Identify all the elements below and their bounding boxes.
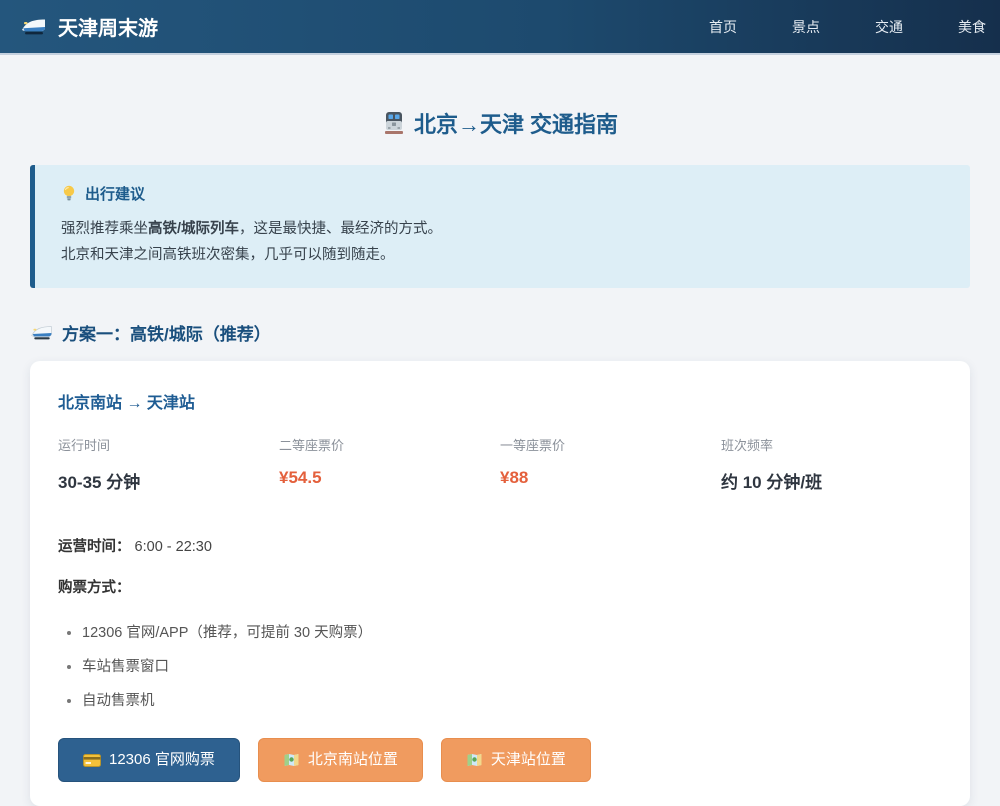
stat-first-class-price: 一等座票价 ¥88 [500,435,721,493]
nav-item-attractions[interactable]: 景点 [792,19,820,35]
stat-value: 30-35 分钟 [58,473,141,493]
section-heading-plan1: 方案一：高铁/城际（推荐） [30,320,970,345]
stat-duration: 运行时间 30-35 分钟 [58,435,279,493]
button-label: 12306 官网购票 [109,751,215,769]
main-content: 北京→天津 交通指南 出行建议 强烈推荐乘坐高铁/城际列车，这是最快捷、最经济的… [30,107,970,806]
stats-grid: 运行时间 30-35 分钟 二等座票价 ¥54.5 一等座票价 ¥88 班次频率… [58,435,942,493]
operating-hours-value: 6:00 - 22:30 [134,539,212,556]
tip-title-text: 出行建议 [85,186,146,203]
lightbulb-icon [61,185,77,202]
tip-body: 强烈推荐乘坐高铁/城际列车，这是最快捷、最经济的方式。 北京和天津之间高铁班次密… [61,216,944,268]
map-icon [283,753,300,767]
route-title: 北京南站 → 天津站 [58,395,195,413]
map-icon [466,753,483,767]
site-logo[interactable]: 天津周末游 [20,12,158,41]
bullet-train-icon [30,324,54,342]
top-navbar: 天津周末游 首页 景点 交通 美食 [0,0,1000,55]
tianjin-station-map-button[interactable]: 天津站位置 [440,738,591,783]
page-title-text: 北京→天津 交通指南 [413,112,619,137]
purchase-methods-list: 12306 官网/APP（推荐，可提前 30 天购票） 车站售票窗口 自动售票机 [58,621,942,710]
stat-value: ¥54.5 [279,468,322,488]
site-title: 天津周末游 [58,18,158,40]
button-label: 北京南站位置 [307,751,398,769]
main-nav: 首页 景点 交通 美食 [709,17,986,37]
page-title: 北京→天津 交通指南 [30,107,970,139]
stat-label: 二等座票价 [279,438,345,454]
tip-title: 出行建议 [61,183,944,204]
tip-line1-bold: 高铁/城际列车 [148,221,240,237]
stat-second-class-price: 二等座票价 ¥54.5 [279,435,500,493]
stat-value: ¥88 [500,468,529,488]
stat-value: 约 10 分钟/班 [721,473,823,493]
list-item: 车站售票窗口 [82,655,942,676]
operating-hours: 运营时间： 6:00 - 22:30 [58,535,942,556]
station-train-icon [382,111,406,135]
ticket-12306-button[interactable]: 12306 官网购票 [58,738,240,783]
bullet-train-icon [20,17,48,37]
stat-label: 一等座票价 [500,438,566,454]
train-plan-card: 北京南站 → 天津站 运行时间 30-35 分钟 二等座票价 ¥54.5 一等座… [30,361,970,806]
tip-line2: 北京和天津之间高铁班次密集，几乎可以随到随走。 [61,247,395,264]
section-heading-text: 方案一：高铁/城际（推荐） [62,325,271,345]
travel-tip-box: 出行建议 强烈推荐乘坐高铁/城际列车，这是最快捷、最经济的方式。 北京和天津之间… [30,165,970,289]
tip-line1-suffix: ，这是最快捷、最经济的方式。 [239,221,443,237]
stat-label: 班次频率 [721,438,774,454]
list-item: 12306 官网/APP（推荐，可提前 30 天购票） [82,621,942,642]
purchase-methods-heading: 购票方式： [58,576,942,597]
action-buttons: 12306 官网购票 北京南站位置 天津站位置 [58,738,942,783]
list-item: 自动售票机 [82,689,942,710]
beijing-south-station-map-button[interactable]: 北京南站位置 [257,738,423,783]
credit-card-icon [83,753,101,767]
stat-frequency: 班次频率 约 10 分钟/班 [721,435,942,493]
operating-hours-label: 运营时间： [58,539,131,556]
tip-line1-prefix: 强烈推荐乘坐 [61,221,148,237]
nav-item-food[interactable]: 美食 [958,19,986,35]
stat-label: 运行时间 [58,438,111,454]
nav-item-home[interactable]: 首页 [709,19,737,35]
button-label: 天津站位置 [490,751,566,769]
purchase-methods-label: 购票方式： [58,580,131,597]
nav-item-transport[interactable]: 交通 [875,19,903,35]
